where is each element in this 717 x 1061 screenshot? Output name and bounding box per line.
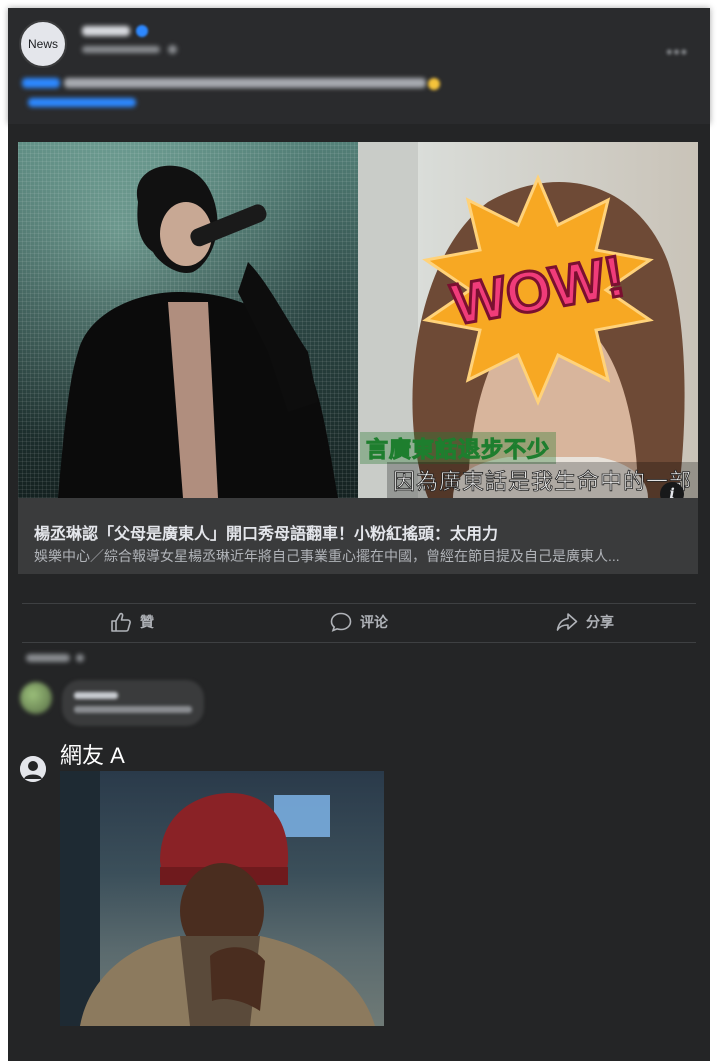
divider-bottom xyxy=(22,642,696,643)
speech-bubble-icon xyxy=(330,612,352,632)
post-header-card: News ••• xyxy=(8,8,710,124)
link-preview-text[interactable]: 楊丞琳認「父母是廣東人」開口秀母語翻車！小粉紅搖頭：太用力 娛樂中心／綜合報導女… xyxy=(18,498,698,574)
post-text-line-1b-blurred xyxy=(64,78,426,88)
user-avatar[interactable] xyxy=(20,756,46,782)
meme-figure xyxy=(60,771,375,1026)
verified-badge-icon xyxy=(136,25,148,37)
commenter-name[interactable]: 網友 A xyxy=(60,738,125,770)
chevron-down-icon[interactable] xyxy=(76,654,84,662)
share-arrow-icon xyxy=(556,613,578,631)
like-button[interactable]: 贊 xyxy=(110,612,154,632)
link-title[interactable]: 楊丞琳認「父母是廣東人」開口秀母語翻車！小粉紅搖頭：太用力 xyxy=(34,520,498,544)
actions-and-comments-card: 贊 评论 分享 網友 A xyxy=(8,596,710,1061)
post-text-line-1-blurred xyxy=(22,78,60,88)
comment-label: 评论 xyxy=(360,614,388,630)
user-silhouette-icon xyxy=(20,756,46,782)
comment-button[interactable]: 评论 xyxy=(330,612,388,632)
singer-figure xyxy=(58,165,338,498)
page-name-blurred[interactable] xyxy=(82,26,130,36)
link-preview-card: WOW! 言廣東話退步不少 因為廣東話是我生命中的一部 i 楊丞琳認「父母是廣東… xyxy=(8,124,710,596)
privacy-icon xyxy=(168,45,177,54)
page-avatar-text: News xyxy=(27,37,58,51)
singer-photo xyxy=(18,142,358,498)
post-time-blurred[interactable] xyxy=(82,46,160,53)
video-subtitle-line-1: 言廣東話退步不少 xyxy=(360,432,557,464)
more-dots-icon[interactable]: ••• xyxy=(666,42,688,63)
share-button[interactable]: 分享 xyxy=(556,612,614,632)
blurred-commenter-avatar[interactable] xyxy=(20,682,52,714)
comment-meme-image[interactable] xyxy=(60,771,384,1026)
video-subtitle-line-2: 因為廣東話是我生命中的一部 xyxy=(386,462,698,498)
share-label: 分享 xyxy=(586,614,614,630)
blurred-comment-bubble xyxy=(62,680,204,726)
comment-sort-blurred[interactable] xyxy=(26,654,70,662)
page-avatar[interactable]: News xyxy=(19,20,67,68)
thumbs-up-icon xyxy=(111,612,131,632)
emoji-icon xyxy=(428,78,440,90)
post-link-blurred[interactable] xyxy=(28,98,136,107)
divider-top xyxy=(22,603,696,604)
link-preview-image[interactable]: WOW! 言廣東話退步不少 因為廣東話是我生命中的一部 i xyxy=(18,142,698,498)
wow-sticker: WOW! xyxy=(422,174,654,406)
link-description: 娛樂中心／綜合報導女星楊丞琳近年將自己事業重心擺在中國，曾經在節目提及自己是廣東… xyxy=(34,548,620,564)
like-label: 贊 xyxy=(140,614,154,630)
